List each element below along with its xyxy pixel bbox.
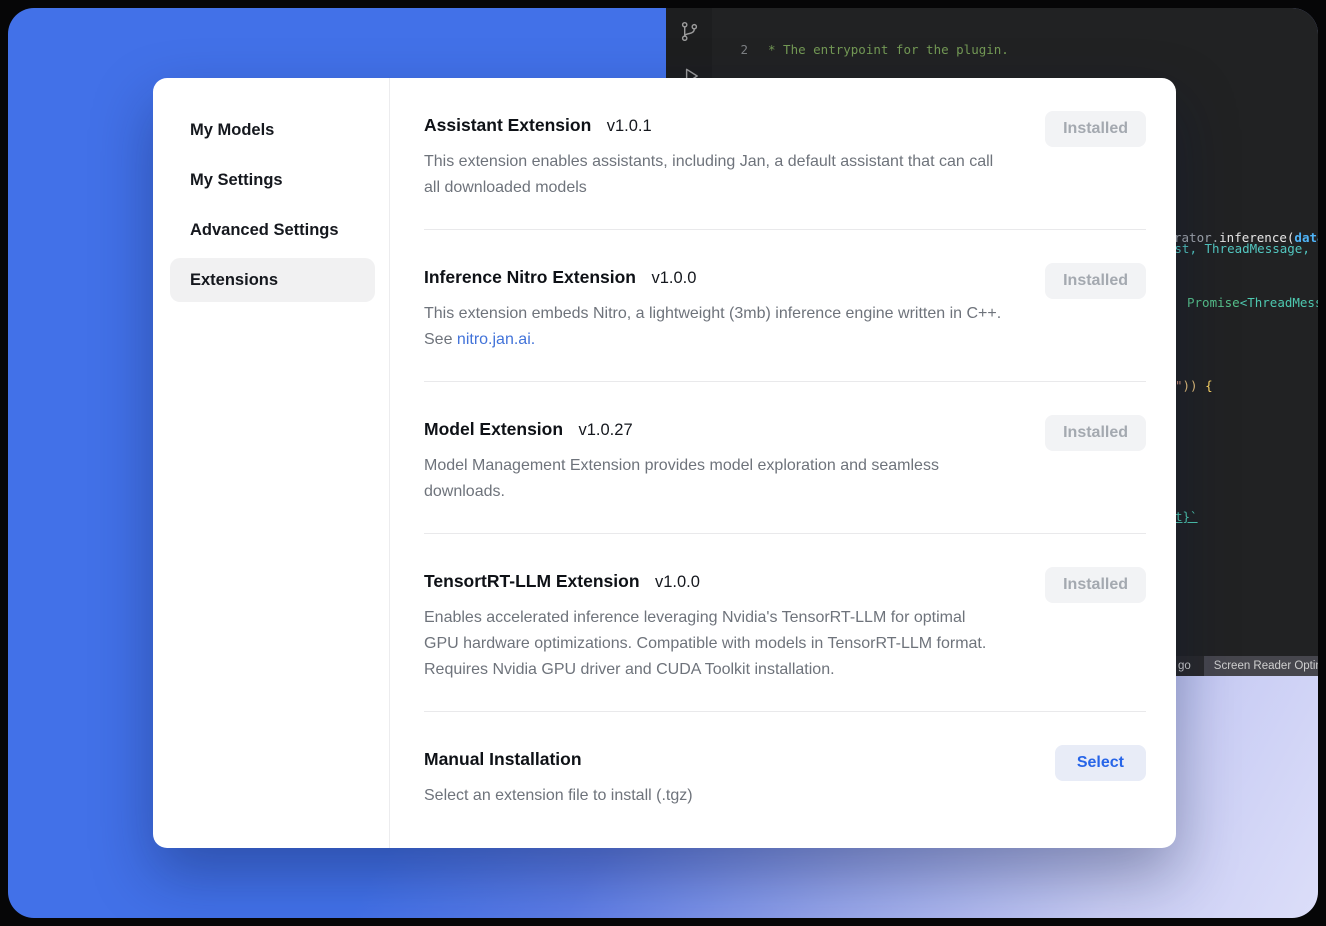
settings-sidebar: My Models My Settings Advanced Settings …	[153, 78, 390, 848]
sidebar-item-label: My Models	[190, 121, 274, 140]
code-text: rator.	[1174, 230, 1219, 245]
source-control-icon[interactable]	[678, 20, 701, 43]
extension-description: Enables accelerated inference leveraging…	[424, 605, 1004, 683]
code-text: * The entrypoint for the plugin.	[768, 42, 1009, 57]
extension-title: Inference Nitro Extension	[424, 267, 636, 287]
select-file-button[interactable]: Select	[1055, 745, 1146, 781]
code-fragment-braces: ")) {	[1175, 378, 1213, 395]
code-line: 2 * The entrypoint for the plugin.	[712, 42, 1318, 59]
code-fragment-promise: Promise<ThreadMessage>	[1187, 295, 1318, 312]
code-text: inference(	[1219, 230, 1294, 245]
extension-description: This extension enables assistants, inclu…	[424, 149, 1004, 201]
extension-title: TensortRT-LLM Extension	[424, 571, 640, 591]
extension-title: Assistant Extension	[424, 115, 591, 135]
nitro-jan-ai-link[interactable]: nitro.jan.ai.	[457, 331, 535, 348]
extension-version: v1.0.1	[607, 117, 652, 135]
code-text: {	[1198, 378, 1213, 393]
app-window: 2* The entrypoint for the plugin. 3*/ 4 …	[8, 8, 1318, 918]
extension-row-tensorrt: TensortRT-LLM Extension v1.0.0 Enables a…	[424, 534, 1146, 712]
status-item[interactable]: go	[1178, 660, 1191, 672]
extension-version: v1.0.0	[651, 269, 696, 287]
installed-button[interactable]: Installed	[1045, 415, 1146, 451]
code-text: data	[1294, 230, 1318, 245]
settings-card: My Models My Settings Advanced Settings …	[153, 78, 1176, 848]
sidebar-item-advanced-settings[interactable]: Advanced Settings	[170, 208, 375, 252]
sidebar-item-extensions[interactable]: Extensions	[170, 258, 375, 302]
extension-row-model: Model Extension v1.0.27 Model Management…	[424, 382, 1146, 534]
code-text: Promise	[1187, 295, 1240, 310]
sidebar-item-label: My Settings	[190, 171, 283, 190]
extensions-list: Assistant Extension v1.0.1 This extensio…	[390, 78, 1176, 848]
extension-row-assistant: Assistant Extension v1.0.1 This extensio…	[424, 78, 1146, 230]
extension-version: v1.0.27	[579, 421, 633, 439]
extension-version: v1.0.0	[655, 573, 700, 591]
sidebar-item-label: Advanced Settings	[190, 221, 339, 240]
sidebar-item-my-models[interactable]: My Models	[170, 108, 375, 152]
manual-installation-title: Manual Installation	[424, 749, 582, 769]
description-text: Model Management Extension provides mode…	[424, 457, 939, 500]
extension-row-nitro: Inference Nitro Extension v1.0.0 This ex…	[424, 230, 1146, 382]
sidebar-item-my-settings[interactable]: My Settings	[170, 158, 375, 202]
extension-description: Model Management Extension provides mode…	[424, 453, 1004, 505]
extension-description: This extension embeds Nitro, a lightweig…	[424, 301, 1004, 353]
status-item-screen-reader[interactable]: Screen Reader Optimized	[1204, 656, 1318, 676]
code-fragment-inference: rator.inference(data));	[1174, 230, 1318, 247]
code-text: t}`	[1175, 509, 1198, 524]
description-text: Enables accelerated inference leveraging…	[424, 609, 986, 678]
description-text: This extension enables assistants, inclu…	[424, 153, 993, 196]
installed-button[interactable]: Installed	[1045, 111, 1146, 147]
manual-installation-row: Manual Installation Select an extension …	[424, 712, 1146, 837]
code-text: ))	[1183, 378, 1198, 393]
code-text: <ThreadMessage>	[1240, 295, 1318, 310]
code-fragment-template: t}`	[1175, 509, 1198, 526]
sidebar-item-label: Extensions	[190, 271, 278, 290]
line-number: 2	[712, 42, 748, 59]
description-text: Select an extension file to install (.tg…	[424, 787, 693, 804]
extension-title: Model Extension	[424, 419, 563, 439]
installed-button[interactable]: Installed	[1045, 567, 1146, 603]
installed-button[interactable]: Installed	[1045, 263, 1146, 299]
manual-installation-description: Select an extension file to install (.tg…	[424, 783, 693, 809]
code-text: "	[1175, 378, 1183, 393]
